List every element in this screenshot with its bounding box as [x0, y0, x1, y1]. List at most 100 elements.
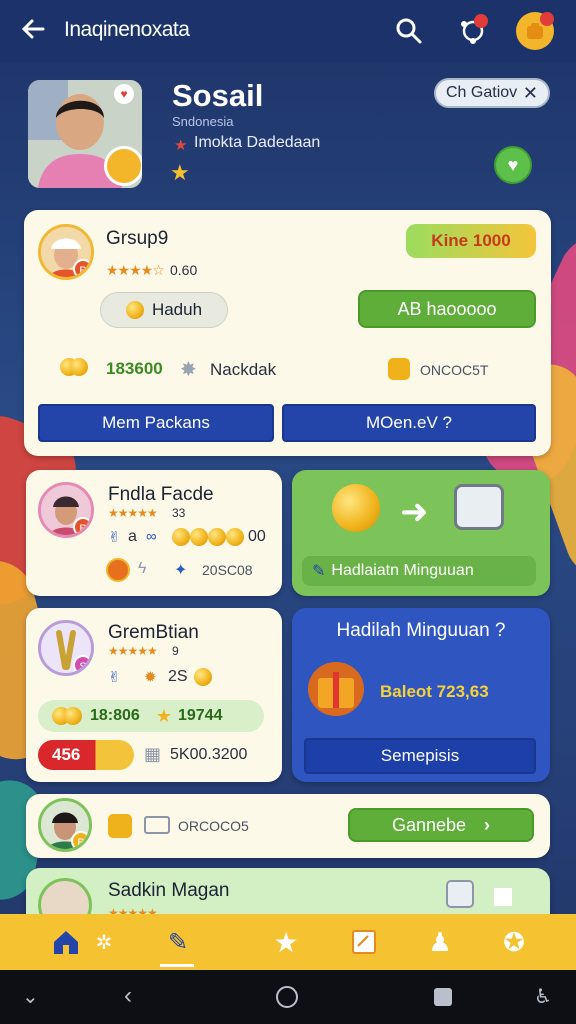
- chevron-down-icon[interactable]: ⌄: [22, 984, 39, 1009]
- rating-stars: ★★★★★: [108, 506, 158, 520]
- promo-green-card[interactable]: ➜ ✎ Hadlaiatn Minguuan: [292, 470, 550, 596]
- coin-icon: [194, 668, 212, 686]
- rank-star-icon: ★: [170, 160, 190, 185]
- profile-photo[interactable]: ♥: [28, 80, 142, 188]
- network-icon[interactable]: [454, 12, 492, 50]
- favorite-button[interactable]: ♥: [494, 146, 532, 184]
- flame-icon: ✹: [144, 669, 157, 686]
- promo-green-label: Hadlaiatn Minguuan: [331, 562, 474, 579]
- promo-green-label-bar: ✎ Hadlaiatn Minguuan: [302, 556, 536, 586]
- value-text: 5K00.3200: [170, 746, 248, 763]
- avatar-badge: B: [73, 259, 91, 277]
- tag-label: Nackdak: [210, 360, 277, 379]
- top-app-bar: Inaqinenoxata: [0, 0, 576, 62]
- rating-value: 0.60: [170, 262, 198, 278]
- system-recents-icon[interactable]: [434, 988, 452, 1006]
- bolt-icon: ϟ: [138, 560, 147, 577]
- close-icon[interactable]: ✕: [523, 83, 538, 104]
- box-icon: ▦: [144, 744, 162, 764]
- wallet-badge: [540, 12, 554, 26]
- chest-icon: [446, 880, 474, 908]
- promo-blue-button[interactable]: Semepisis: [304, 738, 536, 774]
- nav-document-icon[interactable]: [344, 922, 384, 962]
- chat-chip-label: Ch Gatiov: [446, 84, 518, 101]
- system-back-icon[interactable]: ‹: [124, 982, 132, 1010]
- ab-button[interactable]: AB haooooo: [358, 290, 536, 328]
- avatar-badge: S: [73, 655, 91, 673]
- leaf-icon: ✎: [312, 563, 326, 580]
- avatar-badge: B: [71, 831, 89, 849]
- nav-gear-icon[interactable]: ✲: [84, 922, 124, 962]
- card-name: Grsup9: [106, 228, 169, 249]
- promo-blue-card: Hadilah Minguuan ? Baleot 723,63 Semepis…: [292, 608, 550, 782]
- coin-icon: [332, 484, 380, 532]
- back-arrow-icon[interactable]: [18, 14, 48, 44]
- status-star-icon: ★: [174, 137, 188, 154]
- packages-button-label: Mem Packans: [102, 413, 210, 432]
- chat-chip[interactable]: Ch Gatiov ✕: [434, 78, 550, 108]
- avatar-badge: B: [73, 517, 91, 535]
- profile-country: Sndonesia: [172, 114, 234, 129]
- price-badge: Kine 1000: [406, 224, 536, 258]
- wallet-icon[interactable]: [516, 12, 554, 50]
- coin-icon: [125, 301, 144, 319]
- star-icon: ★: [155, 705, 172, 726]
- promo-blue-title: Hadilah Minguuan ?: [336, 620, 506, 641]
- chest-icon: [454, 484, 504, 530]
- code-text: ORCOCO5: [178, 818, 249, 834]
- card-name: Sadkin Magan: [108, 880, 230, 901]
- package-icon: [108, 814, 132, 838]
- message-icon: [144, 816, 170, 834]
- coins-row: [172, 528, 244, 546]
- line1-value: 2S: [168, 668, 188, 685]
- money-button-label: MOen.eV ?: [366, 413, 452, 432]
- nav-edit-icon[interactable]: ✎: [158, 922, 198, 962]
- haduh-pill[interactable]: Haduh: [100, 292, 228, 328]
- bottom-navigation: ✲ ✎ ★ ♟ ✪: [0, 914, 576, 970]
- row4-card: B ORCOCO5 Gannebe ›: [26, 794, 550, 858]
- nav-badge-icon[interactable]: ✪: [494, 922, 534, 962]
- page-title: Inaqinenoxata: [64, 18, 190, 41]
- system-home-icon[interactable]: [276, 986, 298, 1008]
- link-icon: ∞: [146, 528, 157, 545]
- chevron-right-icon: ›: [484, 814, 491, 835]
- accessibility-icon[interactable]: ♿: [534, 984, 552, 1009]
- search-icon[interactable]: [390, 12, 428, 50]
- rating-stars: ★★★★★: [108, 644, 158, 658]
- avatar[interactable]: B: [38, 224, 94, 280]
- arrow-icon: ➜: [400, 493, 429, 531]
- line1-a: a: [128, 528, 137, 545]
- avatar[interactable]: B: [38, 798, 92, 852]
- fndla-card: B Fndla Facde ★★★★★ 33 ✌ a ∞ 00 ϟ ✦ 20SC…: [26, 470, 282, 596]
- promo-blue-button-label: Semepisis: [380, 746, 460, 765]
- rating-value: 33: [172, 506, 186, 520]
- heart-icon: ♥: [114, 84, 134, 104]
- nav-bell-icon[interactable]: ♟: [420, 922, 460, 962]
- line1-b: 00: [248, 528, 266, 545]
- edit-photo-icon[interactable]: [104, 146, 142, 186]
- grid-icon: [494, 888, 512, 906]
- code-text: ONCOC5T: [420, 362, 489, 378]
- ab-button-label: AB haooooo: [397, 298, 497, 319]
- gannebe-button[interactable]: Gannebe ›: [348, 808, 534, 842]
- packages-button[interactable]: Mem Packans: [38, 404, 274, 442]
- stat-right: 19744: [177, 707, 223, 724]
- profile-name: Sosail: [172, 78, 264, 113]
- gannebe-button-label: Gannebe: [391, 814, 467, 835]
- red-count-text: 456: [52, 745, 81, 764]
- avatar[interactable]: S: [38, 620, 94, 676]
- medal-icon: [106, 558, 130, 582]
- nav-star-icon[interactable]: ★: [266, 922, 306, 962]
- coins-value: 183600: [106, 359, 163, 378]
- rating-value: 9: [172, 644, 179, 658]
- coins-stack-icon: [60, 356, 88, 377]
- promo-reward: Baleot 723,63: [380, 682, 489, 701]
- stats-bar: 18:806 ★ 19744: [38, 700, 264, 732]
- gift-icon: [308, 662, 364, 716]
- nav-home-icon[interactable]: [46, 922, 86, 962]
- red-count-badge: 456: [38, 740, 134, 770]
- money-button[interactable]: MOen.eV ?: [282, 404, 536, 442]
- avatar[interactable]: B: [38, 482, 94, 538]
- card-name: GremBtian: [108, 622, 199, 643]
- code-text: 20SC08: [202, 562, 253, 578]
